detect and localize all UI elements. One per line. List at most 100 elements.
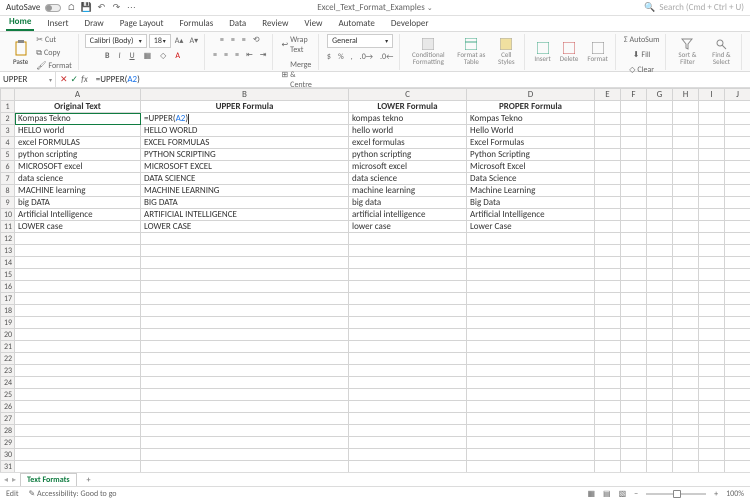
cell[interactable] xyxy=(673,221,699,233)
cell[interactable] xyxy=(699,149,725,161)
redo-icon[interactable]: ↷ xyxy=(111,3,121,13)
cell[interactable] xyxy=(699,413,725,425)
cell[interactable] xyxy=(673,257,699,269)
cell[interactable] xyxy=(15,461,141,473)
cell[interactable] xyxy=(699,293,725,305)
cell[interactable]: DATA SCIENCE xyxy=(141,173,349,185)
cell[interactable] xyxy=(699,173,725,185)
cell[interactable] xyxy=(467,269,595,281)
border-button[interactable]: ▦ xyxy=(142,50,154,62)
row-header[interactable]: 13 xyxy=(1,245,15,257)
cell[interactable] xyxy=(699,125,725,137)
cell[interactable] xyxy=(673,245,699,257)
cell[interactable] xyxy=(621,413,647,425)
indent-inc-icon[interactable]: ⇥ xyxy=(258,49,269,61)
cell[interactable] xyxy=(673,413,699,425)
cell[interactable] xyxy=(15,437,141,449)
cell[interactable] xyxy=(141,353,349,365)
cell[interactable] xyxy=(467,281,595,293)
format-painter-button[interactable]: 🖌 Format xyxy=(34,60,74,72)
row-header[interactable]: 27 xyxy=(1,413,15,425)
cell[interactable] xyxy=(621,197,647,209)
cell[interactable] xyxy=(673,209,699,221)
cell[interactable] xyxy=(141,233,349,245)
cell[interactable] xyxy=(725,221,750,233)
row-header[interactable]: 3 xyxy=(1,125,15,137)
cell[interactable] xyxy=(15,245,141,257)
cell[interactable] xyxy=(595,173,621,185)
cell[interactable] xyxy=(595,449,621,461)
cell[interactable]: python scripting xyxy=(349,149,467,161)
cell[interactable] xyxy=(725,149,750,161)
cell[interactable] xyxy=(621,341,647,353)
cell[interactable] xyxy=(349,281,467,293)
cell[interactable] xyxy=(141,413,349,425)
row-header[interactable]: 1 xyxy=(1,101,15,113)
cell[interactable]: Data Science xyxy=(467,173,595,185)
align-left-icon[interactable]: ≡ xyxy=(211,49,219,61)
cell[interactable] xyxy=(699,305,725,317)
home-icon[interactable]: ⌂ xyxy=(66,3,76,13)
cell[interactable] xyxy=(595,389,621,401)
cell-styles-button[interactable]: Cell Styles xyxy=(492,37,520,66)
cancel-icon[interactable]: ✕ xyxy=(60,74,68,85)
cell[interactable] xyxy=(647,233,673,245)
select-all[interactable] xyxy=(1,89,15,101)
cell[interactable] xyxy=(673,377,699,389)
cell[interactable] xyxy=(15,425,141,437)
cell[interactable]: kompas tekno xyxy=(349,113,467,125)
cell[interactable] xyxy=(647,245,673,257)
cell[interactable] xyxy=(595,233,621,245)
cell[interactable] xyxy=(621,329,647,341)
cell[interactable] xyxy=(673,293,699,305)
row-header[interactable]: 30 xyxy=(1,449,15,461)
cell[interactable] xyxy=(621,233,647,245)
cell[interactable] xyxy=(725,173,750,185)
cell[interactable] xyxy=(467,341,595,353)
cell[interactable] xyxy=(467,449,595,461)
cell[interactable] xyxy=(595,125,621,137)
cell[interactable] xyxy=(725,317,750,329)
sheet-nav-prev[interactable]: ◂ xyxy=(4,475,8,485)
cell[interactable] xyxy=(15,401,141,413)
cell[interactable] xyxy=(699,245,725,257)
cell[interactable] xyxy=(621,317,647,329)
insert-cells-button[interactable]: Insert xyxy=(531,41,553,63)
cell[interactable] xyxy=(349,437,467,449)
header-proper[interactable]: PROPER Formula xyxy=(467,101,595,113)
cell[interactable] xyxy=(467,461,595,473)
cell[interactable] xyxy=(725,161,750,173)
cell[interactable] xyxy=(621,125,647,137)
cell[interactable]: hello world xyxy=(349,125,467,137)
more-icon[interactable]: ⋯ xyxy=(126,3,136,13)
cell[interactable] xyxy=(595,209,621,221)
cell[interactable] xyxy=(673,341,699,353)
tab-page-layout[interactable]: Page Layout xyxy=(117,16,167,31)
cell[interactable] xyxy=(673,269,699,281)
cell[interactable] xyxy=(15,317,141,329)
cell[interactable] xyxy=(349,353,467,365)
cell[interactable] xyxy=(725,329,750,341)
row-header[interactable]: 18 xyxy=(1,305,15,317)
number-format-select[interactable]: General▾ xyxy=(327,34,393,48)
cell[interactable] xyxy=(673,449,699,461)
cell[interactable] xyxy=(595,317,621,329)
col-header-A[interactable]: A xyxy=(15,89,141,101)
row-header[interactable]: 7 xyxy=(1,173,15,185)
cell[interactable] xyxy=(621,161,647,173)
fx-icon[interactable]: fx xyxy=(81,74,88,85)
cell[interactable] xyxy=(349,461,467,473)
sheet-tab[interactable]: Text Formats xyxy=(20,473,77,486)
cell[interactable] xyxy=(699,257,725,269)
cell[interactable] xyxy=(141,305,349,317)
cell[interactable] xyxy=(595,329,621,341)
cell[interactable] xyxy=(141,293,349,305)
cell[interactable] xyxy=(467,437,595,449)
view-layout-icon[interactable]: ▤ xyxy=(603,489,611,499)
tab-draw[interactable]: Draw xyxy=(82,16,107,31)
cell[interactable] xyxy=(595,293,621,305)
cell[interactable] xyxy=(141,329,349,341)
row-header[interactable]: 2 xyxy=(1,113,15,125)
cell[interactable] xyxy=(673,233,699,245)
cell[interactable] xyxy=(673,161,699,173)
